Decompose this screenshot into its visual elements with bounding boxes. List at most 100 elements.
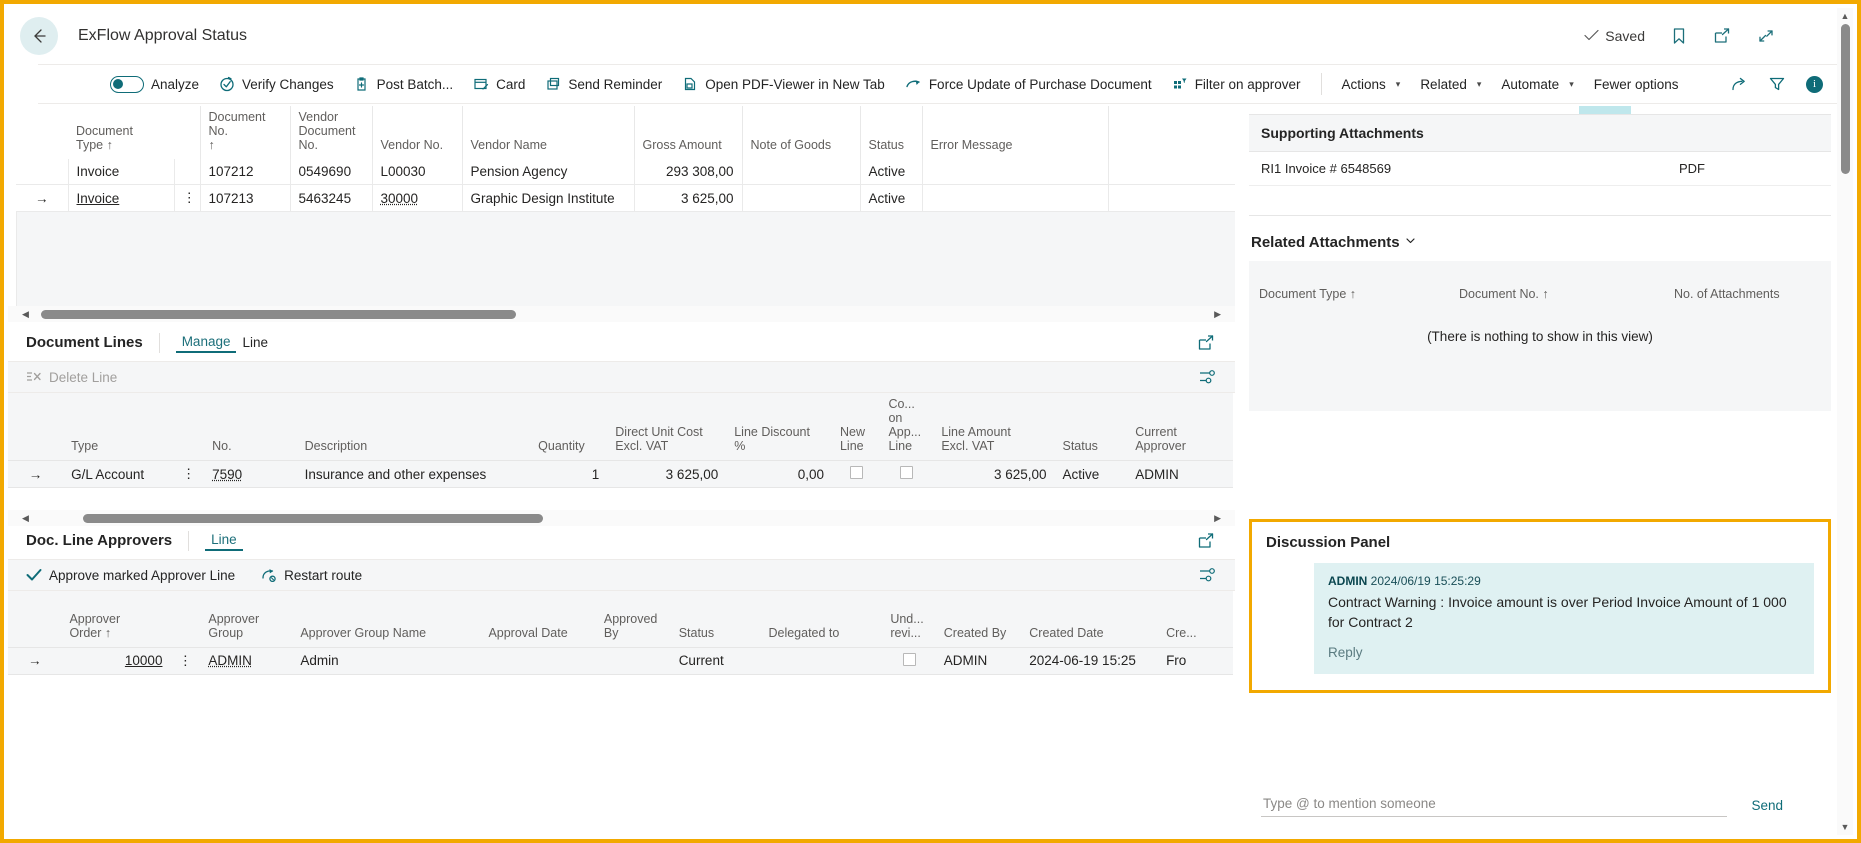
cell-document-no[interactable]: 107213 (199, 184, 291, 212)
document-lines-expand-button[interactable] (1197, 334, 1235, 352)
analyze-toggle[interactable]: Analyze (100, 71, 209, 98)
cell-vendor-name[interactable]: Pension Agency (461, 159, 635, 185)
doc-line-approvers-personalize-button[interactable] (1199, 567, 1217, 583)
scrollbar-thumb[interactable] (1840, 24, 1850, 174)
cell-error-message[interactable] (921, 184, 1109, 212)
scroll-up-icon[interactable]: ▲ (1841, 8, 1850, 24)
approvers-header-approver-group[interactable]: Approver Group (200, 591, 293, 647)
approvers-header-status[interactable]: Status (670, 591, 761, 647)
lines-header-line-discount[interactable]: Line Discount % (726, 393, 832, 461)
fewer-options-button[interactable]: Fewer options (1584, 72, 1689, 97)
cell-approver-order[interactable]: 10000 (61, 646, 171, 675)
cell-current-approver[interactable]: ADMIN (1127, 460, 1233, 488)
lines-header-quantity[interactable]: Quantity (530, 393, 608, 461)
approvers-header-approver-order[interactable]: Approver Order ↑ (61, 591, 201, 647)
scroll-right-icon[interactable]: ▶ (1214, 309, 1221, 320)
tab-line[interactable]: Line (205, 530, 243, 551)
related-attachments-header[interactable]: Related Attachments (1249, 216, 1831, 261)
related-menu[interactable]: Related ▾ (1410, 72, 1491, 97)
doc-line-approvers-expand-button[interactable] (1197, 532, 1235, 550)
cell-created-extra[interactable]: Fro (1158, 646, 1233, 675)
approvers-header-approved-by[interactable]: Approved By (595, 591, 671, 647)
lines-header-current-approver[interactable]: Current Approver (1127, 393, 1233, 461)
cell-gross-amount[interactable]: 293 308,00 (633, 159, 743, 185)
table-row[interactable]: → Invoice ⋮ 107213 5463245 30000 Graphic… (16, 184, 1235, 212)
under-review-checkbox[interactable] (902, 652, 916, 666)
approve-marked-approver-line-button[interactable]: Approve marked Approver Line (26, 568, 235, 583)
list-item[interactable]: RI1 Invoice # 6548569 PDF (1249, 152, 1831, 186)
table-row[interactable]: Invoice 107212 0549690 L00030 Pension Ag… (16, 159, 1235, 185)
cell-error-message[interactable] (921, 159, 1109, 185)
cell-document-type[interactable]: Invoice (67, 159, 175, 185)
documents-header-document-no[interactable]: Document No. ↑ (200, 106, 291, 159)
approvers-header-created-date[interactable]: Created Date (1021, 591, 1159, 647)
lines-header-line-amount[interactable]: Line Amount Excl. VAT (933, 393, 1055, 461)
actions-menu[interactable]: Actions ▾ (1332, 72, 1411, 97)
info-icon[interactable]: i (1806, 75, 1823, 93)
documents-header-vendor-no[interactable]: Vendor No. (372, 106, 463, 159)
cell-document-type[interactable]: Invoice (67, 184, 175, 212)
documents-header-document-type[interactable]: Document Type ↑ (68, 106, 201, 159)
lines-header-description[interactable]: Description (296, 393, 531, 461)
lines-header-comment-on-approval-line[interactable]: Co... on App... Line (880, 393, 934, 461)
cell-vendor-document-no[interactable]: 0549690 (289, 159, 373, 185)
cell-note-of-goods[interactable] (741, 159, 861, 185)
row-selector[interactable]: → (8, 646, 62, 675)
cell-approval-date[interactable] (480, 646, 596, 675)
related-header-document-type[interactable]: Document Type ↑ (1259, 287, 1459, 301)
scroll-left-icon[interactable]: ◀ (22, 309, 29, 320)
card-button[interactable]: Card (463, 71, 535, 97)
send-button[interactable]: Send (1751, 798, 1783, 817)
restart-route-button[interactable]: Restart route (261, 568, 362, 583)
cell-status[interactable]: Current (670, 646, 761, 675)
open-in-new-window-icon[interactable] (1713, 27, 1731, 45)
approvers-header-approver-group-name[interactable]: Approver Group Name (292, 591, 481, 647)
row-menu-icon[interactable]: ⋮ (173, 460, 205, 488)
row-menu-icon[interactable]: ⋮ (173, 184, 201, 212)
scroll-left-icon[interactable]: ◀ (22, 513, 29, 524)
cell-approver-group-name[interactable]: Admin (292, 646, 481, 675)
cell-comment-on-approval-line[interactable] (880, 460, 934, 488)
tab-line[interactable]: Line (236, 333, 274, 352)
lines-header-no[interactable]: No. (204, 393, 297, 461)
scroll-down-icon[interactable]: ▼ (1841, 819, 1850, 835)
lines-header-status[interactable]: Status (1054, 393, 1128, 461)
cell-created-by[interactable]: ADMIN (935, 646, 1022, 675)
documents-header-vendor-name[interactable]: Vendor Name (462, 106, 635, 159)
documents-header-vendor-document-no[interactable]: Vendor Document No. (290, 106, 373, 159)
chevron-down-icon[interactable] (1404, 234, 1417, 251)
cell-row-menu[interactable] (173, 159, 201, 185)
scrollbar-thumb[interactable] (40, 309, 516, 319)
row-selector[interactable]: → (8, 460, 64, 488)
new-line-checkbox[interactable] (849, 466, 863, 479)
scrollbar-thumb[interactable] (82, 513, 543, 523)
back-button[interactable] (20, 17, 58, 55)
cell-document-no[interactable]: 107212 (199, 159, 291, 185)
cell-direct-unit-cost[interactable]: 3 625,00 (607, 460, 727, 488)
approvers-header-under-review[interactable]: Und... revi... (882, 591, 936, 647)
approvers-header-created-by[interactable]: Created By (935, 591, 1022, 647)
force-update-button[interactable]: Force Update of Purchase Document (895, 71, 1162, 97)
related-header-no-of-attachments[interactable]: No. of Attachments (1674, 287, 1821, 301)
page-vertical-scrollbar[interactable]: ▲ ▼ (1837, 8, 1853, 835)
cell-status[interactable]: Active (1054, 460, 1128, 488)
verify-changes-button[interactable]: Verify Changes (209, 71, 344, 97)
scroll-right-icon[interactable]: ▶ (1214, 513, 1221, 524)
share-icon[interactable] (1730, 75, 1748, 93)
approvers-header-created-extra[interactable]: Cre... (1158, 591, 1233, 647)
cell-approver-group[interactable]: ADMIN (200, 646, 293, 675)
row-selector[interactable]: → (16, 184, 68, 212)
cell-line-amount[interactable]: 3 625,00 (933, 460, 1055, 488)
documents-header-status[interactable]: Status (860, 106, 923, 159)
comment-on-approval-line-checkbox[interactable] (900, 466, 914, 479)
related-header-document-no[interactable]: Document No. ↑ (1459, 287, 1674, 301)
bookmark-icon[interactable] (1671, 27, 1687, 45)
documents-horizontal-scrollbar[interactable]: ◀ ▶ (8, 306, 1235, 322)
approvers-header-delegated-to[interactable]: Delegated to (760, 591, 883, 647)
document-lines-horizontal-scrollbar[interactable]: ◀ ▶ (8, 510, 1235, 526)
cell-line-discount[interactable]: 0,00 (726, 460, 832, 488)
documents-header-gross-amount[interactable]: Gross Amount (634, 106, 743, 159)
tab-manage[interactable]: Manage (175, 332, 237, 353)
documents-header-note-of-goods[interactable]: Note of Goods (742, 106, 861, 159)
collapse-icon[interactable] (1757, 27, 1775, 45)
